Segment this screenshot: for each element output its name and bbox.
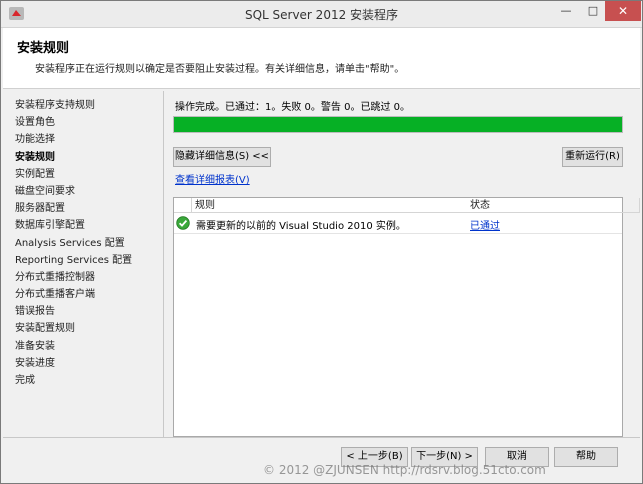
step-item: 安装程序支持规则 xyxy=(15,100,95,111)
step-item: 安装配置规则 xyxy=(15,323,75,335)
page-title: 安装规则 xyxy=(17,41,70,56)
step-list: 安装程序支持规则 设置角色 功能选择 安装规则 实例配置 磁盘空间要求 服务器配… xyxy=(15,97,165,389)
rules-table: 规则 状态 需要更新的以前的 Visual Studio 2010 实例。 已通… xyxy=(173,197,640,437)
close-button[interactable]: ✕ xyxy=(605,1,641,21)
step-item: 实例配置 xyxy=(15,168,55,180)
step-item: 分布式重播控制器 xyxy=(15,271,95,283)
step-item: 分布式重播客户端 xyxy=(15,289,95,301)
watermark-text: © 2012 @ZJUNSEN http://rdsrv.blog.51cto.… xyxy=(263,463,546,477)
panel-divider xyxy=(163,91,164,437)
step-item: 完成 xyxy=(15,375,35,386)
step-item: 数据库引擎配置 xyxy=(15,220,85,232)
step-item: 功能选择 xyxy=(15,134,55,146)
step-item: Analysis Services 配置 xyxy=(15,237,125,249)
title-bar: SQL Server 2012 安装程序 — □ ✕ xyxy=(1,1,642,28)
maximize-button[interactable]: □ xyxy=(580,1,606,21)
rule-status-link[interactable]: 已通过 xyxy=(470,217,500,232)
installer-window: SQL Server 2012 安装程序 — □ ✕ 安装规则 安装程序正在运行… xyxy=(0,0,643,484)
column-header-status[interactable]: 状态 xyxy=(467,198,622,213)
header-panel: 安装规则 安装程序正在运行规则以确定是否要阻止安装过程。有关详细信息，请单击"帮… xyxy=(3,28,640,89)
page-description: 安装程序正在运行规则以确定是否要阻止安装过程。有关详细信息，请单击"帮助"。 xyxy=(35,64,405,75)
operation-status: 操作完成。已通过：1。失败 0。警告 0。已跳过 0。 xyxy=(175,102,410,113)
step-item: 设置角色 xyxy=(15,117,55,129)
step-item: Reporting Services 配置 xyxy=(15,254,133,266)
step-item: 磁盘空间要求 xyxy=(15,185,75,197)
step-item: 安装进度 xyxy=(15,357,55,369)
step-item-current: 安装规则 xyxy=(15,151,55,163)
table-row[interactable]: 需要更新的以前的 Visual Studio 2010 实例。 已通过 xyxy=(174,214,622,234)
column-header-icon xyxy=(174,198,192,213)
check-circle-icon xyxy=(176,216,190,230)
hide-details-button[interactable]: 隐藏详细信息(S) << xyxy=(173,147,271,167)
window-title: SQL Server 2012 安装程序 xyxy=(244,8,399,22)
rerun-button[interactable]: 重新运行(R) xyxy=(562,147,623,167)
step-item: 准备安装 xyxy=(15,340,55,352)
progress-bar xyxy=(173,116,623,133)
minimize-button[interactable]: — xyxy=(553,1,579,21)
rule-name: 需要更新的以前的 Visual Studio 2010 实例。 xyxy=(196,221,406,232)
step-item: 服务器配置 xyxy=(15,203,65,215)
footer-divider xyxy=(3,437,640,438)
step-item: 错误报告 xyxy=(15,306,55,318)
progress-fill xyxy=(174,117,622,132)
help-button[interactable]: 帮助 xyxy=(554,447,618,467)
view-detailed-report-link[interactable]: 查看详细报表(V) xyxy=(175,171,250,186)
